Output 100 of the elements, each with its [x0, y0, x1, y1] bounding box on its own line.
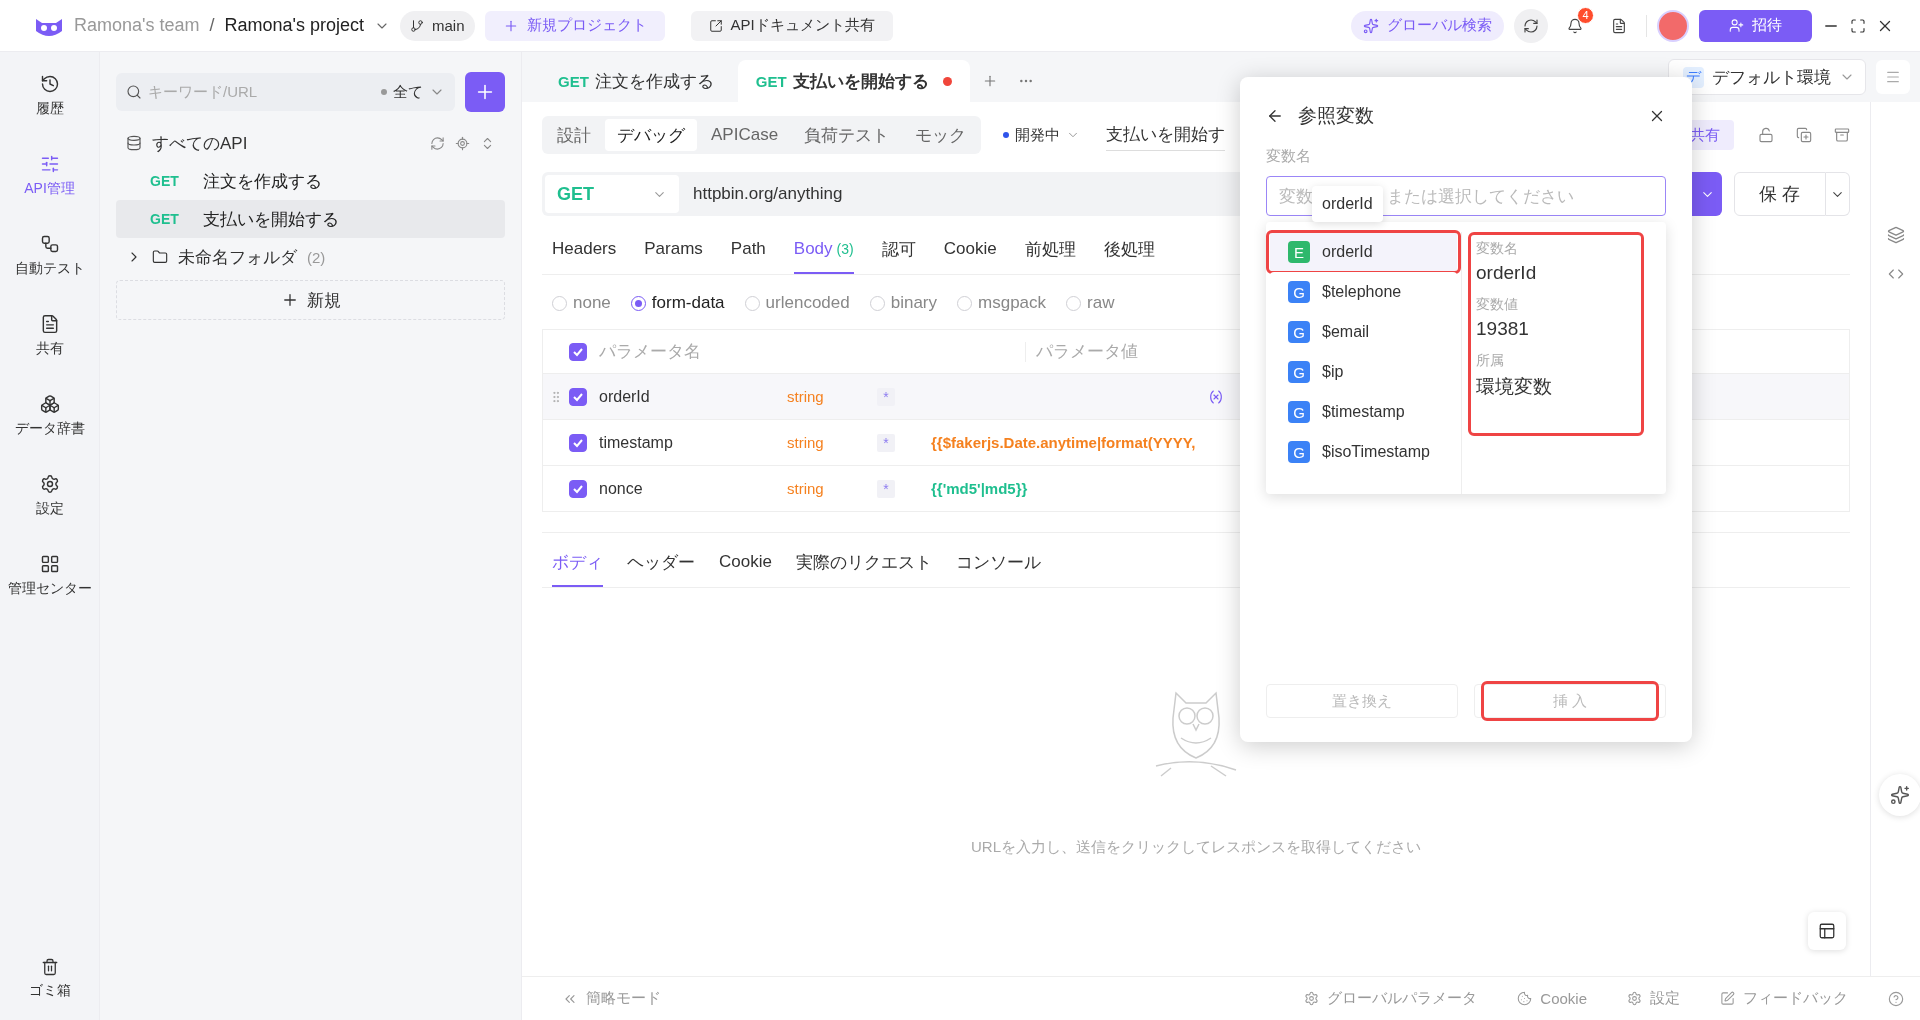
layout-icon [1818, 922, 1836, 940]
copy-icon[interactable] [1796, 127, 1812, 143]
param-name[interactable]: timestamp [599, 433, 787, 452]
tree-root[interactable]: すべてのAPI [152, 131, 420, 155]
trash-nav-item[interactable]: ゴミ箱 [0, 950, 100, 1010]
request-section-tab[interactable]: Path [730, 228, 766, 274]
mode-tab[interactable]: 負荷テスト [792, 119, 902, 151]
nav-item[interactable]: 共有 [0, 306, 100, 386]
empty-message: URLを入力し、送信をクリックしてレスポンスを取得してください [971, 838, 1421, 857]
body-type-radio[interactable]: urlencoded [744, 293, 850, 313]
filter-value[interactable]: 全て [393, 82, 423, 102]
code-icon[interactable] [1887, 266, 1904, 282]
maximize-icon[interactable] [1850, 17, 1866, 34]
body-type-radio[interactable]: form-data [630, 293, 725, 313]
response-tab[interactable]: ヘッダー [627, 541, 695, 587]
share-docs-button[interactable]: APIドキュメント共有 [690, 10, 893, 41]
settings-icon [1627, 991, 1642, 1006]
status-selector[interactable]: 開発中 [1009, 124, 1087, 146]
request-section-tab[interactable]: 後処理 [1103, 228, 1155, 274]
body-type-radio[interactable]: binary [869, 293, 937, 313]
share-icon [708, 18, 723, 33]
locate-icon[interactable] [455, 135, 470, 151]
settings-icon [39, 474, 60, 494]
save-button[interactable]: 保 存 [1734, 172, 1826, 216]
column-header: パラメータ値 [1036, 341, 1138, 363]
branch-icon [410, 18, 424, 33]
project-name[interactable]: Ramona's project [224, 15, 364, 36]
request-section-tab[interactable]: Cookie [943, 228, 997, 274]
sync-button[interactable] [1514, 8, 1548, 43]
refresh-icon [1523, 17, 1539, 34]
detail-label: 変数値 [1476, 296, 1519, 314]
new-project-button[interactable]: 新規プロジェクト [484, 10, 665, 41]
response-tab[interactable]: Cookie [719, 541, 772, 587]
nav-item[interactable]: 管理センター [0, 546, 100, 626]
sparkle-search-icon [1363, 17, 1379, 34]
variable-type-badge: G [1288, 361, 1310, 383]
sparkle-icon [1889, 785, 1910, 805]
mode-tab[interactable]: 設計 [545, 119, 603, 151]
cookie-icon [1517, 991, 1533, 1006]
api-tree-item[interactable]: GET 注文を作成する [116, 162, 505, 200]
search-icon [126, 84, 142, 100]
response-tab[interactable]: ボディ [552, 541, 603, 587]
new-button[interactable]: 新規 [116, 280, 505, 320]
search-placeholder: キーワード/URL [148, 82, 259, 102]
request-tab[interactable]: GET 支払いを開始する [737, 60, 970, 102]
nav-item[interactable]: API管理 [0, 146, 100, 226]
user-plus-icon [1729, 18, 1744, 33]
request-section-tab[interactable]: 認可 [881, 228, 916, 274]
branch-selector[interactable]: main [400, 10, 475, 41]
help-icon[interactable] [1888, 990, 1904, 1007]
checkbox[interactable] [569, 433, 587, 452]
request-section-tab[interactable]: Headers [552, 228, 617, 274]
api-tree-item[interactable]: GET 支払いを開始する [116, 200, 505, 238]
checkbox[interactable] [569, 479, 587, 498]
nav-item[interactable]: 履歴 [0, 66, 100, 146]
variable-type-badge: G [1288, 281, 1310, 303]
param-name[interactable]: orderId [599, 387, 787, 406]
response-tab[interactable]: 実際のリクエスト [795, 541, 932, 587]
unlock-icon[interactable] [1758, 127, 1774, 143]
detail-value: 19381 [1476, 318, 1530, 340]
archive-icon[interactable] [1834, 127, 1850, 143]
bell-icon [1567, 17, 1583, 34]
request-tab[interactable]: GET 注文を作成する [540, 60, 732, 102]
body-type-radio[interactable]: none [552, 293, 611, 313]
checkbox[interactable] [569, 342, 587, 361]
variable-icon[interactable] [1208, 388, 1224, 405]
global-search-button[interactable]: グローバル検索 [1351, 10, 1504, 41]
search-field[interactable]: キーワード/URL 全て [116, 73, 455, 111]
refresh-icon[interactable] [430, 135, 445, 151]
api-name-field[interactable]: 支払いを開始す [1106, 119, 1226, 151]
avatar[interactable] [1657, 9, 1689, 42]
detail-value: orderId [1476, 262, 1538, 284]
body-type-radio[interactable]: raw [1066, 293, 1115, 313]
response-tab[interactable]: コンソール [955, 541, 1041, 587]
layout-button[interactable] [1808, 912, 1846, 950]
request-section-tab[interactable]: Params [644, 228, 703, 274]
body-type-radio[interactable]: msgpack [957, 293, 1047, 313]
send-dropdown-button[interactable] [1692, 172, 1722, 216]
mode-tab[interactable]: デバッグ [605, 119, 697, 151]
nav-item[interactable]: データ辞書 [0, 386, 100, 466]
nav-item[interactable]: 設定 [0, 466, 100, 546]
mode-tab[interactable]: APICase [699, 119, 791, 151]
field-label: 変数名 [1266, 147, 1312, 166]
param-name[interactable]: nonce [599, 479, 787, 498]
request-section-tab[interactable]: 前処理 [1024, 228, 1076, 274]
tooltip: orderId [1312, 186, 1383, 222]
trash-icon [40, 958, 59, 976]
folder-name[interactable]: 未命名フォルダ [178, 245, 297, 269]
menu-button[interactable] [1876, 60, 1910, 94]
mode-tab[interactable]: モック [903, 119, 979, 151]
database-icon [126, 135, 142, 151]
add-button[interactable] [465, 72, 505, 112]
folder-icon [152, 249, 168, 265]
grid-icon [39, 554, 60, 574]
back-icon[interactable] [1266, 107, 1284, 125]
ai-assistant-button[interactable] [1878, 774, 1920, 816]
checkbox[interactable] [569, 387, 587, 406]
nav-item[interactable]: 自動テスト [0, 226, 100, 306]
request-section-tab[interactable]: Body (3) [793, 228, 854, 274]
invite-button[interactable]: 招待 [1699, 9, 1812, 42]
